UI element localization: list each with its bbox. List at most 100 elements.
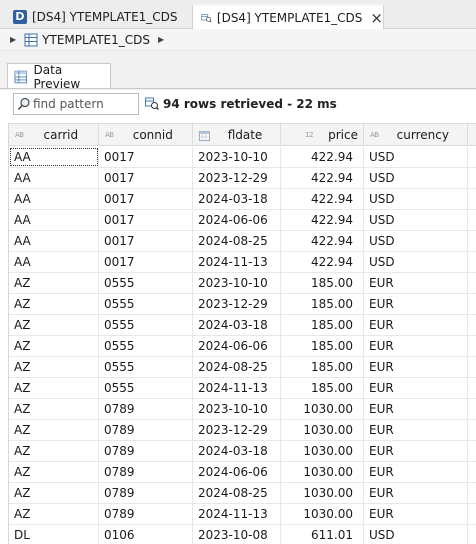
table-cell-price[interactable]: 185.00 (281, 357, 364, 377)
table-cell-price[interactable]: 422.94 (281, 252, 364, 272)
table-cell-carrid[interactable]: AZ (9, 336, 99, 356)
table-cell-currency[interactable]: EUR (364, 273, 468, 293)
table-cell-price[interactable]: 1030.00 (281, 483, 364, 503)
table-cell-connid[interactable]: 0555 (99, 378, 193, 398)
table-cell-connid[interactable]: 0017 (99, 147, 193, 167)
table-row[interactable]: DL 0106 2023-10-08 611.01 USD (9, 525, 476, 544)
table-cell-fldate[interactable]: 2024-06-06 (193, 462, 281, 482)
breadcrumb-item[interactable]: YTEMPLATE1_CDS (42, 33, 150, 47)
table-cell-currency[interactable]: EUR (364, 315, 468, 335)
table-cell-price[interactable]: 185.00 (281, 336, 364, 356)
table-cell-price[interactable]: 1030.00 (281, 504, 364, 524)
table-row[interactable]: AA 0017 2024-11-13 422.94 USD (9, 252, 476, 273)
table-cell-currency[interactable]: EUR (364, 378, 468, 398)
table-cell-fldate[interactable]: 2024-03-18 (193, 315, 281, 335)
table-row[interactable]: AZ 0555 2024-06-06 185.00 EUR (9, 336, 476, 357)
table-cell-currency[interactable]: EUR (364, 420, 468, 440)
close-icon[interactable]: × (370, 10, 383, 26)
table-cell-carrid[interactable]: AZ (9, 294, 99, 314)
column-header-connid[interactable]: AB connid (99, 124, 193, 146)
search-input[interactable] (33, 97, 133, 111)
table-row[interactable]: AZ 0789 2024-11-13 1030.00 EUR (9, 504, 476, 525)
table-cell-price[interactable]: 422.94 (281, 147, 364, 167)
table-cell-fldate[interactable]: 2023-12-29 (193, 294, 281, 314)
table-cell-connid[interactable]: 0106 (99, 525, 193, 544)
table-cell-price[interactable]: 1030.00 (281, 399, 364, 419)
table-cell-price[interactable]: 185.00 (281, 273, 364, 293)
table-cell-fldate[interactable]: 2024-06-06 (193, 210, 281, 230)
table-row[interactable]: AZ 0555 2023-12-29 185.00 EUR (9, 294, 476, 315)
column-header-price[interactable]: 12 price (281, 124, 364, 146)
table-cell-carrid[interactable]: AZ (9, 504, 99, 524)
table-cell-currency[interactable]: USD (364, 231, 468, 251)
table-cell-price[interactable]: 1030.00 (281, 462, 364, 482)
table-row[interactable]: AZ 0789 2023-12-29 1030.00 EUR (9, 420, 476, 441)
table-cell-currency[interactable]: EUR (364, 462, 468, 482)
table-cell-currency[interactable]: EUR (364, 357, 468, 377)
table-cell-carrid[interactable]: AA (9, 189, 99, 209)
table-cell-connid[interactable]: 0017 (99, 189, 193, 209)
table-cell-currency[interactable]: EUR (364, 483, 468, 503)
table-cell-carrid[interactable]: AZ (9, 420, 99, 440)
table-cell-carrid[interactable]: AZ (9, 378, 99, 398)
table-cell-fldate[interactable]: 2024-11-13 (193, 504, 281, 524)
table-cell-connid[interactable]: 0789 (99, 504, 193, 524)
table-cell-fldate[interactable]: 2024-08-25 (193, 357, 281, 377)
table-cell-fldate[interactable]: 2024-08-25 (193, 231, 281, 251)
table-cell-currency[interactable]: EUR (364, 441, 468, 461)
table-cell-connid[interactable]: 0555 (99, 273, 193, 293)
table-cell-carrid[interactable]: AA (9, 147, 99, 167)
table-cell-fldate[interactable]: 2023-10-08 (193, 525, 281, 544)
table-cell-currency[interactable]: USD (364, 189, 468, 209)
table-cell-connid[interactable]: 0555 (99, 294, 193, 314)
table-cell-connid[interactable]: 0555 (99, 336, 193, 356)
table-cell-fldate[interactable]: 2023-12-29 (193, 420, 281, 440)
editor-tab-ytemplate1-cds[interactable]: D [DS4] YTEMPLATE1_CDS (4, 4, 190, 29)
table-cell-price[interactable]: 1030.00 (281, 420, 364, 440)
table-cell-carrid[interactable]: AZ (9, 462, 99, 482)
table-cell-price[interactable]: 185.00 (281, 315, 364, 335)
table-cell-carrid[interactable]: AZ (9, 273, 99, 293)
table-row[interactable]: AA 0017 2023-12-29 422.94 USD (9, 168, 476, 189)
table-cell-connid[interactable]: 0789 (99, 441, 193, 461)
find-pattern-field[interactable] (13, 93, 139, 115)
table-cell-currency[interactable]: USD (364, 210, 468, 230)
table-cell-carrid[interactable]: AA (9, 231, 99, 251)
table-cell-carrid[interactable]: AZ (9, 441, 99, 461)
table-cell-price[interactable]: 422.94 (281, 168, 364, 188)
column-header-currency[interactable]: AB currency (364, 124, 468, 146)
table-row[interactable]: AZ 0789 2023-10-10 1030.00 EUR (9, 399, 476, 420)
table-row[interactable]: AZ 0555 2023-10-10 185.00 EUR (9, 273, 476, 294)
table-cell-currency[interactable]: EUR (364, 336, 468, 356)
table-row[interactable]: AZ 0789 2024-06-06 1030.00 EUR (9, 462, 476, 483)
table-cell-carrid[interactable]: AA (9, 252, 99, 272)
table-row[interactable]: AZ 0555 2024-11-13 185.00 EUR (9, 378, 476, 399)
table-cell-connid[interactable]: 0789 (99, 462, 193, 482)
table-cell-currency[interactable]: USD (364, 147, 468, 167)
table-cell-currency[interactable]: USD (364, 525, 468, 544)
table-cell-fldate[interactable]: 2024-03-18 (193, 189, 281, 209)
table-row[interactable]: AA 0017 2024-06-06 422.94 USD (9, 210, 476, 231)
table-row[interactable]: AA 0017 2024-08-25 422.94 USD (9, 231, 476, 252)
table-cell-price[interactable]: 611.01 (281, 525, 364, 544)
table-cell-carrid[interactable]: AZ (9, 315, 99, 335)
table-cell-price[interactable]: 185.00 (281, 294, 364, 314)
table-cell-connid[interactable]: 0017 (99, 168, 193, 188)
table-cell-carrid[interactable]: AA (9, 168, 99, 188)
table-cell-connid[interactable]: 0789 (99, 483, 193, 503)
table-cell-connid[interactable]: 0555 (99, 315, 193, 335)
table-row[interactable]: AA 0017 2023-10-10 422.94 USD (9, 147, 476, 168)
table-cell-connid[interactable]: 0555 (99, 357, 193, 377)
table-cell-carrid[interactable]: AZ (9, 483, 99, 503)
table-cell-connid[interactable]: 0017 (99, 210, 193, 230)
table-row[interactable]: AZ 0555 2024-03-18 185.00 EUR (9, 315, 476, 336)
table-cell-connid[interactable]: 0789 (99, 420, 193, 440)
table-cell-fldate[interactable]: 2024-11-13 (193, 252, 281, 272)
table-cell-currency[interactable]: USD (364, 252, 468, 272)
table-cell-fldate[interactable]: 2023-12-29 (193, 168, 281, 188)
chevron-right-icon[interactable]: ▶ (10, 35, 16, 44)
table-row[interactable]: AZ 0789 2024-08-25 1030.00 EUR (9, 483, 476, 504)
table-cell-fldate[interactable]: 2024-06-06 (193, 336, 281, 356)
table-cell-price[interactable]: 422.94 (281, 189, 364, 209)
table-cell-fldate[interactable]: 2023-10-10 (193, 273, 281, 293)
